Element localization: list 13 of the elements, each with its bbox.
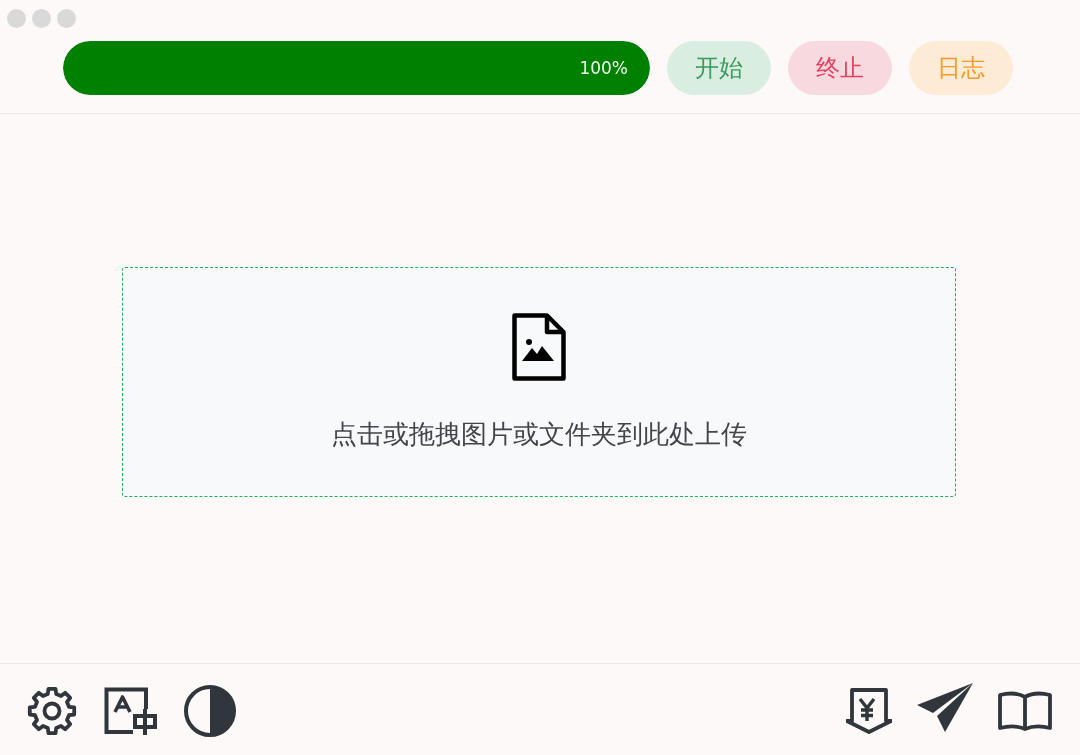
paper-plane-icon[interactable]: [917, 683, 973, 733]
contrast-icon[interactable]: [184, 685, 236, 737]
progress-label: 100%: [579, 57, 628, 80]
settings-icon[interactable]: [27, 686, 77, 736]
yuan-icon[interactable]: [846, 688, 892, 734]
log-button[interactable]: 日志: [909, 41, 1013, 95]
image-file-icon: [512, 313, 566, 381]
book-icon[interactable]: [998, 691, 1052, 731]
upload-hint: 点击或拖拽图片或文件夹到此处上传: [331, 418, 747, 451]
translate-icon[interactable]: [104, 687, 157, 735]
upload-dropzone[interactable]: 点击或拖拽图片或文件夹到此处上传: [122, 267, 956, 497]
stop-button[interactable]: 终止: [788, 41, 892, 95]
start-button[interactable]: 开始: [667, 41, 771, 95]
